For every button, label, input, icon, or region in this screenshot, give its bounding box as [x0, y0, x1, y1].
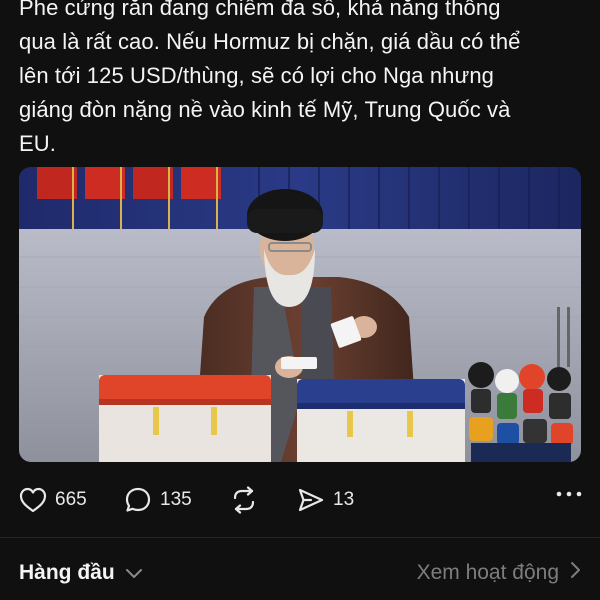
share-button[interactable]: 13 — [297, 486, 354, 514]
post-text-line: qua là rất cao. Nếu Hormuz bị chặn, giá … — [19, 29, 521, 54]
view-activity-label: Xem hoạt động — [416, 561, 559, 584]
post-text-line: Phe cứng rắn đang chiếm đa số, khả năng … — [19, 0, 501, 20]
reply-count: 135 — [160, 489, 192, 510]
sort-top-label: Hàng đầu — [19, 561, 115, 584]
replies-sort-bar: Hàng đầu Xem hoạt động — [19, 555, 581, 591]
section-divider — [0, 537, 600, 538]
heart-icon — [19, 487, 47, 513]
like-button[interactable]: 665 — [19, 487, 87, 513]
post-photo[interactable] — [19, 167, 581, 462]
post-text-line: giáng đòn nặng nề vào kinh tế Mỹ, Trung … — [19, 97, 511, 122]
post-text-line: EU. — [19, 131, 56, 156]
view-activity-link[interactable]: Xem hoạt động — [417, 555, 581, 591]
repost-button[interactable] — [229, 486, 259, 514]
send-icon — [297, 486, 325, 514]
sort-top-dropdown[interactable]: Hàng đầu — [19, 555, 143, 591]
more-options-button[interactable] — [556, 490, 582, 498]
share-count: 13 — [333, 489, 355, 510]
like-count: 665 — [55, 489, 87, 510]
chevron-down-icon — [125, 561, 143, 585]
more-dots-icon — [556, 490, 582, 498]
repost-icon — [229, 486, 259, 514]
reply-button[interactable]: 135 — [124, 486, 192, 514]
post-text-line: lên tới 125 USD/thùng, sẽ có lợi cho Nga… — [19, 63, 494, 88]
post-body-text: Phe cứng rắn đang chiếm đa số, khả năng … — [19, 0, 579, 161]
post-actions-bar: 665 135 13 — [19, 482, 582, 518]
post-photo-illustration — [19, 167, 581, 462]
chevron-right-icon — [569, 561, 581, 585]
comment-icon — [124, 486, 152, 514]
post-screen: Phe cứng rắn đang chiếm đa số, khả năng … — [0, 0, 600, 600]
